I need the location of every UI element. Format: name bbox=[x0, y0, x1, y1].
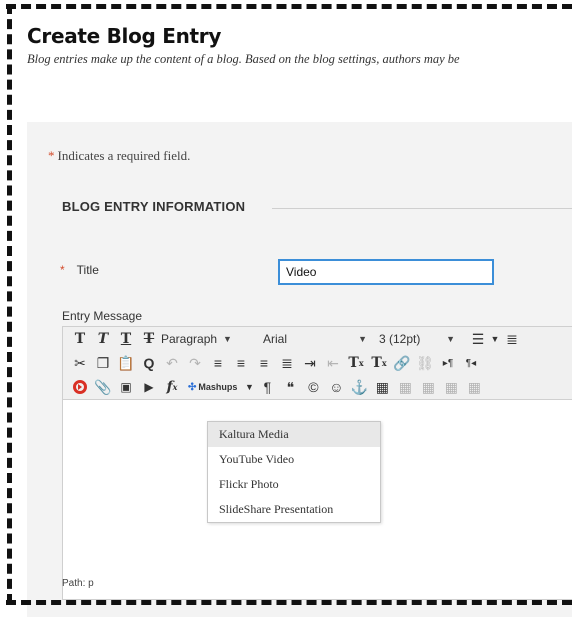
undo-icon[interactable]: ↶ bbox=[161, 352, 183, 374]
section-divider bbox=[272, 208, 572, 209]
bullet-list-icon[interactable]: ☰ bbox=[467, 328, 489, 350]
chevron-down-icon: ▼ bbox=[446, 334, 455, 344]
copy-icon[interactable]: ❐ bbox=[92, 352, 114, 374]
toolbar-row-1: T T T T Paragraph ▼ Arial ▼ 3 (12pt) ▼ ☰ ▼ … bbox=[63, 327, 572, 351]
required-note-text: Indicates a required field. bbox=[57, 148, 191, 163]
rtl-icon[interactable]: ¶◂ bbox=[460, 352, 482, 374]
editor-path: Path: p bbox=[62, 578, 94, 589]
page-description: Blog entries make up the content of a bl… bbox=[27, 52, 460, 66]
size-select[interactable]: 3 (12pt) ▼ bbox=[379, 329, 461, 349]
outdent-icon[interactable]: ⇤ bbox=[322, 352, 344, 374]
mashups-button[interactable]: ✣ Mashups bbox=[188, 382, 237, 393]
table-col-icon[interactable]: ▦ bbox=[417, 376, 439, 398]
blockquote-icon[interactable]: ❝ bbox=[279, 376, 301, 398]
font-select[interactable]: Arial ▼ bbox=[263, 329, 373, 349]
table-icon[interactable]: ▦ bbox=[371, 376, 393, 398]
title-input[interactable] bbox=[278, 259, 494, 285]
find-icon[interactable]: Q bbox=[138, 352, 160, 374]
subscript-icon[interactable]: Tx bbox=[368, 352, 390, 374]
page-title: Create Blog Entry bbox=[27, 24, 222, 48]
table-cell-icon[interactable]: ▦ bbox=[440, 376, 462, 398]
frame-bottom bbox=[6, 600, 572, 605]
redo-icon[interactable]: ↷ bbox=[184, 352, 206, 374]
indent-icon[interactable]: ⇥ bbox=[299, 352, 321, 374]
editor-toolbar: T T T T Paragraph ▼ Arial ▼ 3 (12pt) ▼ ☰ ▼ … bbox=[63, 327, 572, 400]
chevron-down-icon: ▼ bbox=[223, 334, 232, 344]
bold-icon[interactable]: T bbox=[69, 328, 91, 350]
italic-icon[interactable]: T bbox=[92, 328, 114, 350]
entry-message-label: Entry Message bbox=[62, 309, 143, 323]
emoji-icon[interactable]: ☺ bbox=[325, 376, 347, 398]
chevron-down-icon[interactable]: ▼ bbox=[243, 376, 255, 398]
title-label: * Title bbox=[60, 263, 99, 277]
align-center-icon[interactable]: ≡ bbox=[230, 352, 252, 374]
page-header: Create Blog Entry Blog entries make up t… bbox=[27, 24, 572, 67]
size-select-value: 3 (12pt) bbox=[379, 332, 421, 346]
formula-icon[interactable]: fx bbox=[161, 376, 183, 398]
paragraph-select-value: Paragraph bbox=[161, 332, 218, 346]
copyright-icon[interactable]: © bbox=[302, 376, 324, 398]
ltr-icon[interactable]: ▸¶ bbox=[437, 352, 459, 374]
menu-item-kaltura-media[interactable]: Kaltura Media bbox=[208, 422, 380, 447]
title-label-text: Title bbox=[76, 263, 99, 277]
paragraph-select[interactable]: Paragraph ▼ bbox=[161, 329, 257, 349]
align-left-icon[interactable]: ≡ bbox=[207, 352, 229, 374]
paste-icon[interactable]: 📋 bbox=[115, 352, 137, 374]
toolbar-row-2: ✂ ❐ 📋 Q ↶ ↷ ≡ ≡ ≡ ≣ ⇥ ⇤ Tx Tx 🔗 ⛓ ▸¶ ¶◂ bbox=[63, 351, 572, 375]
menu-item-youtube-video[interactable]: YouTube Video bbox=[208, 447, 380, 472]
superscript-icon[interactable]: Tx bbox=[345, 352, 367, 374]
frame-left bbox=[7, 4, 12, 604]
mashup-record-icon[interactable] bbox=[69, 376, 91, 398]
cut-icon[interactable]: ✂ bbox=[69, 352, 91, 374]
table-merge-icon[interactable]: ▦ bbox=[463, 376, 485, 398]
title-required-star: * bbox=[60, 263, 65, 277]
anchor-icon[interactable]: ⚓ bbox=[348, 376, 370, 398]
section-title: BLOG ENTRY INFORMATION bbox=[62, 199, 246, 214]
image-icon[interactable]: ▣ bbox=[115, 376, 137, 398]
toolbar-row-3: 📎 ▣ ▶ fx ✣ Mashups ▼ ¶ ❝ © ☺ ⚓ ▦ ▦ ▦ ▦ ▦ bbox=[63, 375, 572, 399]
media-icon[interactable]: ▶ bbox=[138, 376, 160, 398]
frame-top bbox=[6, 4, 572, 9]
chevron-down-icon: ▼ bbox=[358, 334, 367, 344]
mashups-dropdown: Kaltura Media YouTube Video Flickr Photo… bbox=[207, 421, 381, 523]
mashups-icon: ✣ bbox=[188, 381, 197, 393]
font-select-value: Arial bbox=[263, 332, 288, 346]
numbered-list-icon[interactable]: ≣ bbox=[501, 328, 523, 350]
chevron-down-icon[interactable]: ▼ bbox=[490, 328, 500, 350]
table-row-icon[interactable]: ▦ bbox=[394, 376, 416, 398]
required-note: * Indicates a required field. bbox=[48, 148, 190, 164]
menu-item-slideshare-presentation[interactable]: SlideShare Presentation bbox=[208, 497, 380, 522]
paragraph-mark-icon[interactable]: ¶ bbox=[256, 376, 278, 398]
mashups-label: Mashups bbox=[198, 382, 238, 392]
unlink-icon[interactable]: ⛓ bbox=[414, 352, 436, 374]
required-star: * bbox=[48, 148, 55, 163]
attach-icon[interactable]: 📎 bbox=[92, 376, 114, 398]
align-right-icon[interactable]: ≡ bbox=[253, 352, 275, 374]
link-icon[interactable]: 🔗 bbox=[391, 352, 413, 374]
strikethrough-icon[interactable]: T bbox=[138, 328, 160, 350]
underline-icon[interactable]: T bbox=[115, 328, 137, 350]
menu-item-flickr-photo[interactable]: Flickr Photo bbox=[208, 472, 380, 497]
justify-icon[interactable]: ≣ bbox=[276, 352, 298, 374]
